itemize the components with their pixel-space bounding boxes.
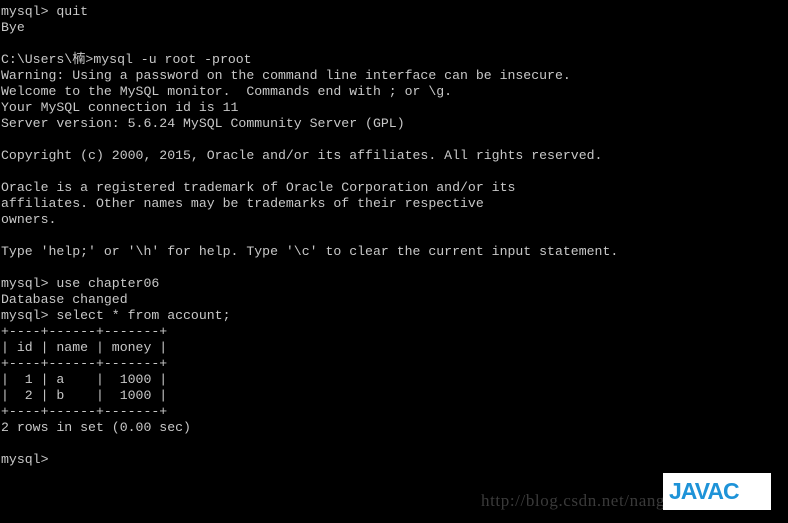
console-line: +----+------+-------+ bbox=[1, 404, 168, 419]
console-line: C:\Users\楠>mysql -u root -proot bbox=[1, 52, 252, 67]
console-line: Type 'help;' or '\h' for help. Type '\c'… bbox=[1, 244, 619, 259]
console-line: +----+------+-------+ bbox=[1, 324, 168, 339]
console-line: Server version: 5.6.24 MySQL Community S… bbox=[1, 116, 405, 131]
console-line: mysql> bbox=[1, 452, 49, 467]
watermark-logo-text: JAVAC bbox=[669, 481, 740, 502]
console-line: mysql> quit bbox=[1, 4, 89, 19]
console-output[interactable]: mysql> quit Bye C:\Users\楠>mysql -u root -… bbox=[0, 0, 788, 523]
console-line: Bye bbox=[1, 20, 25, 35]
watermark-url: http://blog.csdn.net/nangeali bbox=[481, 491, 692, 510]
console-line: Your MySQL connection id is 11 bbox=[1, 100, 239, 115]
console-line: 2 rows in set (0.00 sec) bbox=[1, 420, 191, 435]
console-line: Warning: Using a password on the command… bbox=[1, 68, 571, 83]
console-line: mysql> select * from account; bbox=[1, 308, 231, 323]
console-line: affiliates. Other names may be trademark… bbox=[1, 196, 484, 211]
console-line: mysql> use chapter06 bbox=[1, 276, 160, 291]
terminal-window: mysql> quit Bye C:\Users\楠>mysql -u root -… bbox=[0, 0, 788, 523]
console-line: +----+------+-------+ bbox=[1, 356, 168, 371]
console-line: Oracle is a registered trademark of Orac… bbox=[1, 180, 516, 195]
watermark-logo-box: JAVAC bbox=[663, 473, 771, 510]
console-line: Welcome to the MySQL monitor. Commands e… bbox=[1, 84, 453, 99]
console-line: Copyright (c) 2000, 2015, Oracle and/or … bbox=[1, 148, 603, 163]
console-line: | id | name | money | bbox=[1, 340, 168, 355]
console-line: Database changed bbox=[1, 292, 128, 307]
console-line: | 2 | b | 1000 | bbox=[1, 388, 168, 403]
console-line: | 1 | a | 1000 | bbox=[1, 372, 168, 387]
console-line: owners. bbox=[1, 212, 57, 227]
